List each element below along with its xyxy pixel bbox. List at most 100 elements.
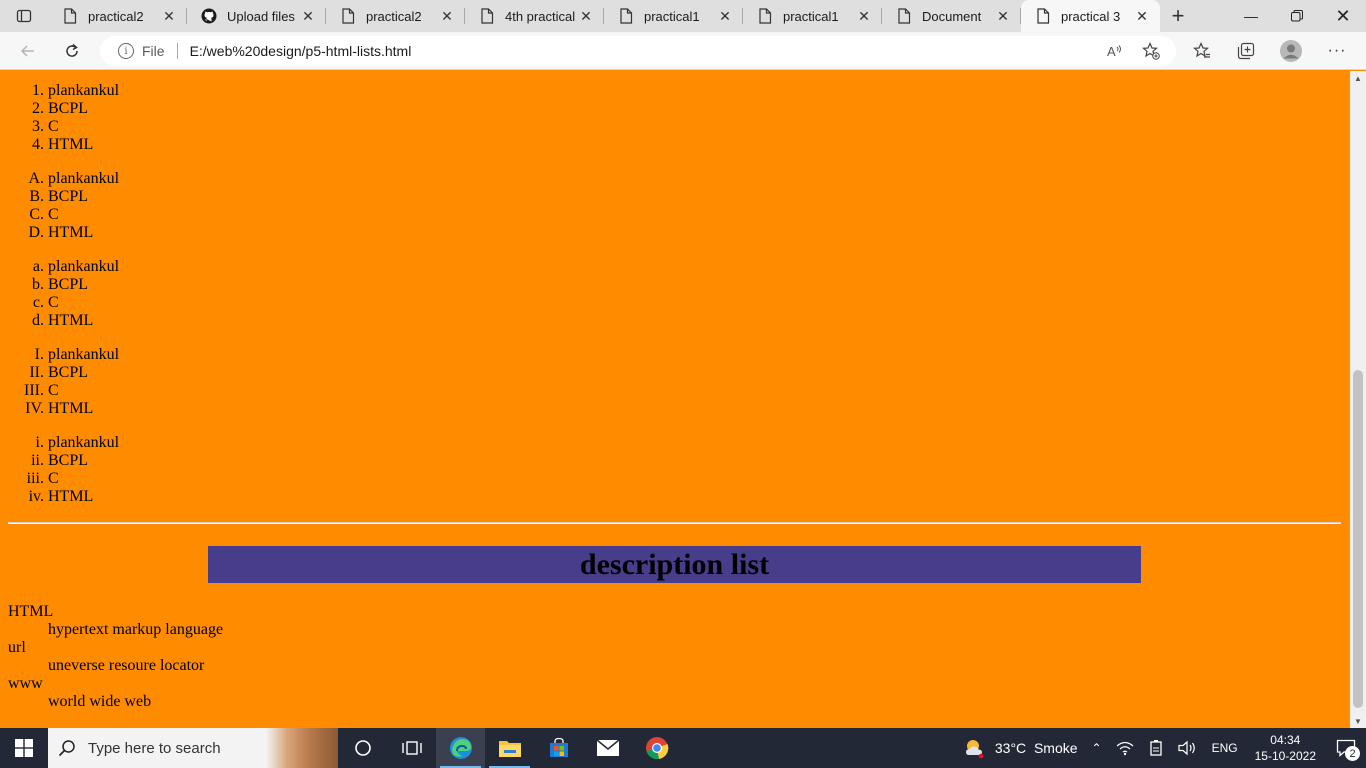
weather-widget[interactable]: 33°C Smoke <box>956 728 1085 768</box>
read-aloud-button[interactable]: A <box>1102 38 1128 64</box>
browser-tab[interactable]: practical1 ✕ <box>743 0 882 32</box>
new-tab-button[interactable]: + <box>1160 0 1196 32</box>
task-view-button[interactable] <box>387 728 436 768</box>
close-window-button[interactable]: ✕ <box>1320 0 1366 32</box>
notification-center-button[interactable]: 2 <box>1326 728 1366 768</box>
browser-tab[interactable]: practical2 ✕ <box>48 0 187 32</box>
file-explorer-button[interactable] <box>485 728 534 768</box>
list-marker: D. <box>28 224 44 241</box>
description-term: url <box>8 639 26 656</box>
show-hidden-icons-button[interactable]: ⌃ <box>1085 728 1109 768</box>
list-item: III. C <box>0 382 300 400</box>
browser-tab[interactable]: practical1 ✕ <box>604 0 743 32</box>
store-button[interactable] <box>534 728 583 768</box>
page-icon <box>1035 8 1051 24</box>
list-item: IV. HTML <box>0 400 300 418</box>
restore-icon <box>1291 10 1303 22</box>
taskbar-search-box[interactable]: Type here to search <box>48 728 338 768</box>
page-icon <box>479 8 495 24</box>
close-tab-icon[interactable]: ✕ <box>439 8 455 24</box>
volume-button[interactable] <box>1171 728 1205 768</box>
list-marker: ii. <box>31 452 44 469</box>
refresh-button[interactable] <box>58 38 86 64</box>
description-term: HTML <box>8 603 54 620</box>
list-marker: B. <box>29 188 44 205</box>
list-marker: 3. <box>32 118 44 135</box>
tab-title: Document <box>922 8 982 24</box>
back-button[interactable] <box>14 38 42 64</box>
list-item-text: BCPL <box>48 100 89 117</box>
close-tab-icon[interactable]: ✕ <box>161 8 177 24</box>
page-icon <box>757 8 773 24</box>
start-button[interactable] <box>0 728 48 768</box>
mail-button[interactable] <box>583 728 632 768</box>
list-marker: II. <box>29 364 44 381</box>
browser-tab[interactable]: 4th practical ✕ <box>465 0 604 32</box>
search-placeholder: Type here to search <box>88 739 221 757</box>
star-plus-icon <box>1142 42 1160 60</box>
edge-taskbar-button[interactable] <box>436 728 485 768</box>
tab-actions-icon <box>16 9 32 23</box>
notification-badge: 2 <box>1345 746 1360 761</box>
vertical-scrollbar[interactable]: ▲ ▼ <box>1350 71 1366 728</box>
browser-tab[interactable]: practical2 ✕ <box>326 0 465 32</box>
list-marker: i. <box>35 434 44 451</box>
browser-tab[interactable]: Upload files · ✕ <box>187 0 326 32</box>
network-button[interactable] <box>1109 728 1141 768</box>
close-tab-icon[interactable]: ✕ <box>856 8 872 24</box>
svg-text:A: A <box>1107 44 1116 59</box>
list-item-text: C <box>48 294 59 311</box>
close-tab-icon[interactable]: ✕ <box>300 8 316 24</box>
profile-button[interactable] <box>1278 38 1304 64</box>
scroll-down-icon[interactable]: ▼ <box>1350 714 1366 728</box>
add-favorite-button[interactable] <box>1138 38 1164 64</box>
scroll-up-icon[interactable]: ▲ <box>1350 71 1366 85</box>
battery-button[interactable] <box>1141 728 1171 768</box>
list-marker: III. <box>24 382 44 399</box>
list-item-text: HTML <box>48 312 94 329</box>
list-item-text: plankankul <box>48 346 120 363</box>
address-bar[interactable]: i File E:/web%20design/p5-html-lists.htm… <box>100 36 1176 66</box>
list-marker: 1. <box>32 82 44 99</box>
tab-title: practical2 <box>366 8 422 24</box>
address-divider <box>176 43 178 59</box>
page-icon <box>618 8 634 24</box>
close-tab-icon[interactable]: ✕ <box>1134 8 1150 24</box>
close-tab-icon[interactable]: ✕ <box>717 8 733 24</box>
browser-toolbar: i File E:/web%20design/p5-html-lists.htm… <box>0 32 1366 70</box>
close-tab-icon[interactable]: ✕ <box>578 8 594 24</box>
tab-actions-button[interactable] <box>0 0 48 32</box>
list-item-text: HTML <box>48 136 94 153</box>
minimize-icon: — <box>1244 8 1258 24</box>
plus-icon: + <box>1171 3 1185 28</box>
windows-logo-icon <box>15 739 33 757</box>
close-tab-icon[interactable]: ✕ <box>995 8 1011 24</box>
folder-icon <box>498 741 521 757</box>
favorites-button[interactable] <box>1189 38 1215 64</box>
language-indicator[interactable]: ENG <box>1205 728 1245 768</box>
edge-icon <box>449 737 472 759</box>
list-item: B. BCPL <box>0 188 300 206</box>
minimize-button[interactable]: — <box>1228 0 1274 32</box>
cortana-button[interactable] <box>338 728 387 768</box>
collections-icon <box>1237 42 1255 60</box>
browser-tab[interactable]: Document ✕ <box>882 0 1021 32</box>
clock[interactable]: 04:34 15-10-2022 <box>1245 732 1326 764</box>
task-view-icon <box>401 741 422 755</box>
list-item-text: HTML <box>48 400 94 417</box>
list-item: a. plankankul <box>0 258 300 276</box>
list-item-text: C <box>48 206 59 223</box>
list-item: 3. C <box>0 118 300 136</box>
list-marker: I. <box>34 346 44 363</box>
settings-menu-button[interactable]: ··· <box>1324 38 1350 64</box>
restore-button[interactable] <box>1274 0 1320 32</box>
list-marker: C. <box>29 206 44 223</box>
mail-icon <box>596 739 619 756</box>
collections-button[interactable] <box>1233 38 1259 64</box>
info-icon[interactable]: i <box>118 43 134 59</box>
chrome-button[interactable] <box>632 728 681 768</box>
list-marker: c. <box>32 294 44 311</box>
browser-tab[interactable]: practical 3 ✕ <box>1021 0 1160 32</box>
list-marker: 4. <box>32 136 44 153</box>
scrollbar-thumb[interactable] <box>1353 370 1363 708</box>
